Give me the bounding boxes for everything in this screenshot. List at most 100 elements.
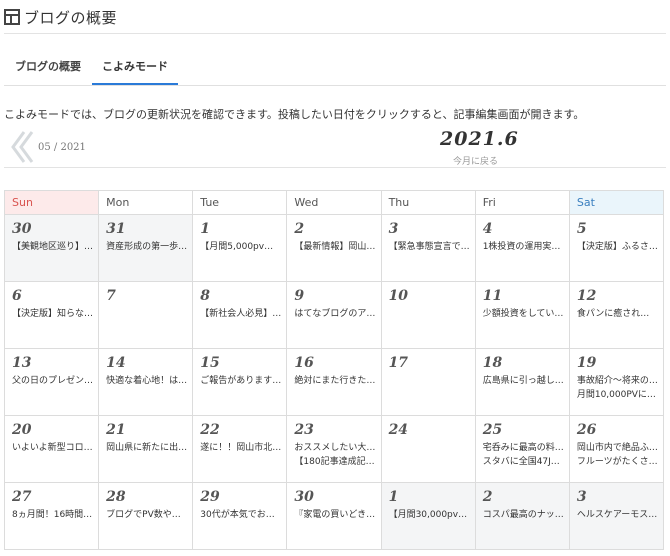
post-entry-link[interactable]: コスパ最高のナッ… xyxy=(483,508,564,522)
post-entry-link[interactable]: おススメしたい大… xyxy=(294,441,375,455)
post-entry-link[interactable]: いよいよ新型コロ… xyxy=(12,441,93,455)
post-entry-link[interactable]: 快適な着心地！は… xyxy=(106,374,187,388)
post-entry-link[interactable]: 【決定版】ふるさ… xyxy=(577,240,658,254)
post-entry-link[interactable]: ブログでPV数や… xyxy=(106,508,187,522)
day-number: 7 xyxy=(106,288,116,304)
calendar-grid: Sun Mon Tue Wed Thu Fri Sat 30 【美観地区巡り】… 31 資産形成の… xyxy=(3,190,665,550)
post-entry-link[interactable]: 宅呑みに最高の料… xyxy=(483,441,564,455)
calendar-day-cell[interactable]: 22 遂に！！岡山市北… xyxy=(192,415,288,483)
tab-calendar-mode[interactable]: こよみモード xyxy=(92,58,178,85)
day-number: 6 xyxy=(12,288,22,304)
calendar-day-cell[interactable]: 5 【決定版】ふるさ… xyxy=(568,214,665,282)
post-entry-link[interactable]: 【180記事達成記… xyxy=(294,455,375,469)
calendar-day-cell[interactable]: 8 【新社会人必見】… xyxy=(192,281,288,349)
post-entry-link[interactable]: 遂に！！岡山市北… xyxy=(200,441,281,455)
calendar-day-cell[interactable]: 2 コスパ最高のナッ… xyxy=(474,482,570,550)
calendar-day-cell[interactable]: 12 食パンに癒される… xyxy=(568,281,665,349)
post-entry-link[interactable]: 【美観地区巡り】… xyxy=(12,240,93,254)
calendar-day-cell[interactable]: 13 父の日のプレゼン… xyxy=(3,348,100,416)
calendar-day-cell[interactable]: 14 快適な着心地！は… xyxy=(98,348,194,416)
prev-month-link[interactable]: 05 / 2021 xyxy=(38,142,86,153)
day-number: 19 xyxy=(576,355,597,371)
post-entry-link[interactable]: 【決定版】知らな… xyxy=(12,307,93,321)
day-number: 1 xyxy=(388,489,399,505)
post-entry-link[interactable]: 8ヵ月間！16時間… xyxy=(12,508,93,522)
day-number: 29 xyxy=(200,489,220,505)
post-entry-link[interactable]: 【月間30,000pv… xyxy=(389,508,470,522)
calendar-day-cell[interactable]: 30 『家電の買いどき… xyxy=(286,482,382,550)
weekday-header: Sun xyxy=(3,190,100,215)
calendar-day-cell[interactable]: 3 ヘルスケアーモス… xyxy=(568,482,665,550)
post-entry-link[interactable]: ご報告があります… xyxy=(200,374,281,388)
calendar-day-cell[interactable]: 4 1株投資の運用実… xyxy=(474,214,570,282)
calendar-day-cell[interactable]: 1 【月間5,000pv達… xyxy=(192,214,288,282)
calendar-day-cell[interactable]: 10 xyxy=(380,281,476,349)
day-number: 10 xyxy=(388,288,409,304)
post-entry-link[interactable]: 月間10,000PVに… xyxy=(577,388,658,402)
calendar-day-cell[interactable]: 29 30代が本気でお金… xyxy=(192,482,288,550)
calendar-day-cell[interactable]: 7 xyxy=(98,281,194,349)
calendar-day-cell[interactable]: 27 8ヵ月間！16時間… xyxy=(3,482,100,550)
post-entry-link[interactable]: ヘルスケアーモス… xyxy=(577,508,658,522)
post-entry-link[interactable]: スタバに全国47J… xyxy=(483,455,564,469)
day-number: 20 xyxy=(12,422,32,438)
tab-blog-overview[interactable]: ブログの概要 xyxy=(15,58,81,84)
calendar-day-cell[interactable]: 1 【月間30,000pv… xyxy=(380,482,476,550)
current-month-title: 2021.6 xyxy=(440,128,519,150)
calendar-day-cell[interactable]: 11 少額投資をしてい… xyxy=(474,281,570,349)
calendar-day-cell[interactable]: 18 広島県に引っ越し… xyxy=(474,348,570,416)
day-number: 3 xyxy=(576,489,587,505)
post-entry-link[interactable]: 【最新情報】岡山… xyxy=(294,240,375,254)
calendar-day-cell[interactable]: 21 岡山県に新たに出… xyxy=(98,415,194,483)
post-entry-link[interactable]: 【緊急事態宣言で… xyxy=(389,240,470,254)
calendar-day-cell[interactable]: 9 はてなブログのア… xyxy=(286,281,382,349)
post-entry-link[interactable]: 『家電の買いどき… xyxy=(294,508,375,522)
calendar-day-cell[interactable]: 20 いよいよ新型コロ… xyxy=(3,415,100,483)
post-entry-link[interactable]: 岡山県に新たに出… xyxy=(106,441,187,455)
post-entry-link[interactable]: 少額投資をしてい… xyxy=(483,307,564,321)
calendar-day-cell[interactable]: 15 ご報告があります… xyxy=(192,348,288,416)
post-entry-link[interactable]: 30代が本気でお金… xyxy=(200,508,281,522)
weekday-header: Tue xyxy=(192,190,288,215)
day-number: 2 xyxy=(294,221,305,237)
calendar-day-cell[interactable]: 6 【決定版】知らな… xyxy=(3,281,100,349)
post-entry-link[interactable]: 事故紹介～将来の… xyxy=(577,374,658,388)
calendar-day-cell[interactable]: 30 【美観地区巡り】… xyxy=(3,214,100,282)
calendar-day-cell[interactable]: 31 資産形成の第一歩… xyxy=(98,214,194,282)
layout-icon xyxy=(4,9,20,25)
day-number: 4 xyxy=(482,221,493,237)
back-to-this-month-link[interactable]: 今月に戻る xyxy=(453,154,498,167)
post-entry-link[interactable]: 資産形成の第一歩… xyxy=(106,240,187,254)
calendar-day-cell[interactable]: 28 ブログでPV数や… xyxy=(98,482,194,550)
calendar-day-cell[interactable]: 23 おススメしたい大… 【180記事達成記… xyxy=(286,415,382,483)
post-entry-link[interactable]: 広島県に引っ越し… xyxy=(483,374,564,388)
post-entry-link[interactable]: 絶対にまた行きた… xyxy=(294,374,375,388)
post-entry-link[interactable]: はてなブログのア… xyxy=(294,307,375,321)
post-entry-link[interactable]: 父の日のプレゼン… xyxy=(12,374,93,388)
calendar-week-row: 13 父の日のプレゼン… 14 快適な着心地！は… 15 ご報告があります… 16 絶対にまた… xyxy=(3,348,665,416)
calendar-day-cell[interactable]: 24 xyxy=(380,415,476,483)
post-entry-link[interactable]: 岡山市内で絶品ふ… xyxy=(577,441,658,455)
calendar-week-row: 6 【決定版】知らな… 7 8 【新社会人必見】… 9 はてなブログのア… 10 11 少額投資を… xyxy=(3,281,665,349)
calendar-day-cell[interactable]: 26 岡山市内で絶品ふ… フルーツがたくさ… xyxy=(568,415,665,483)
calendar-day-cell[interactable]: 2 【最新情報】岡山… xyxy=(286,214,382,282)
calendar-day-cell[interactable]: 17 xyxy=(380,348,476,416)
month-navigation: 05 / 2021 2021.6 今月に戻る xyxy=(4,126,666,168)
chevron-left-icon[interactable] xyxy=(10,130,38,164)
post-entry-link[interactable]: 【新社会人必見】… xyxy=(200,307,281,321)
day-number: 13 xyxy=(12,355,32,371)
post-entry-link[interactable]: フルーツがたくさ… xyxy=(577,455,658,469)
calendar-day-cell[interactable]: 19 事故紹介～将来の… 月間10,000PVに… xyxy=(568,348,665,416)
day-number: 12 xyxy=(576,288,597,304)
calendar-day-cell[interactable]: 3 【緊急事態宣言で… xyxy=(380,214,476,282)
day-number: 30 xyxy=(12,221,32,237)
post-entry-link[interactable]: 食パンに癒される… xyxy=(577,307,658,321)
calendar-day-cell[interactable]: 25 宅呑みに最高の料… スタバに全国47J… xyxy=(474,415,570,483)
calendar-day-cell[interactable]: 16 絶対にまた行きた… xyxy=(286,348,382,416)
day-number: 24 xyxy=(388,422,409,438)
post-entry-link[interactable]: 【月間5,000pv達… xyxy=(200,240,281,254)
day-number: 27 xyxy=(12,489,32,505)
day-number: 21 xyxy=(106,422,126,438)
page-title: ブログの概要 xyxy=(24,8,118,27)
post-entry-link[interactable]: 1株投資の運用実… xyxy=(483,240,564,254)
